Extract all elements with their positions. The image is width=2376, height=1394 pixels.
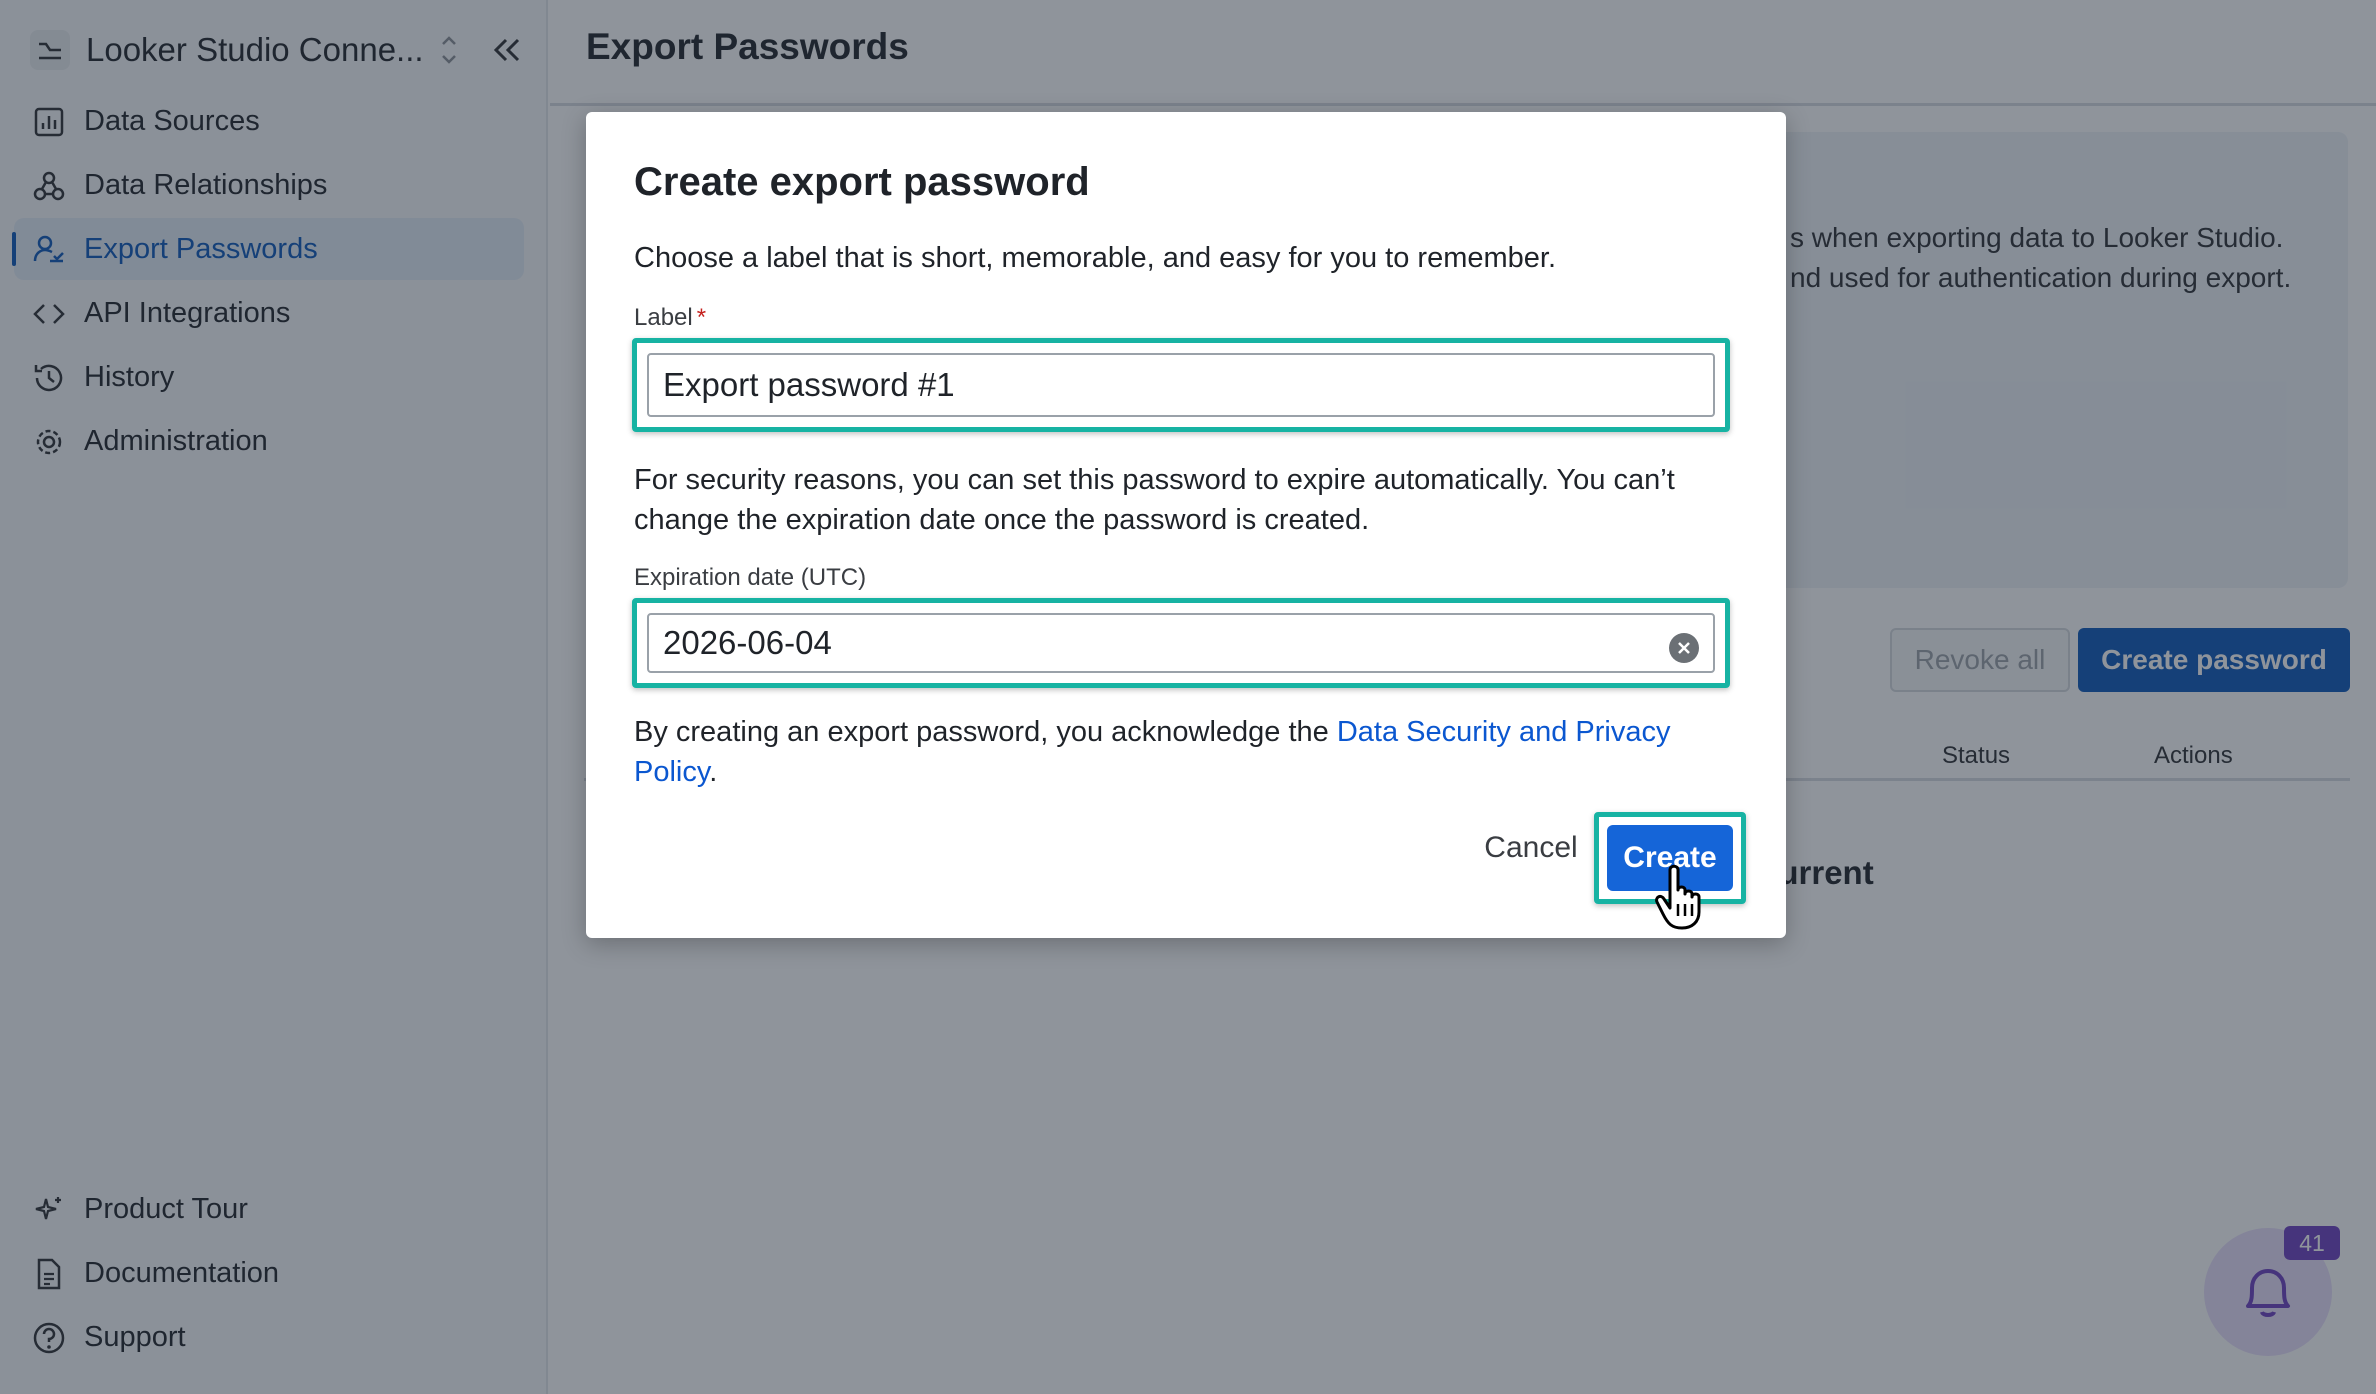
ack-text-suffix: .	[709, 756, 718, 788]
dialog-intro-text: Choose a label that is short, memorable,…	[634, 242, 1557, 274]
required-marker: *	[696, 304, 707, 331]
expiry-text-line-1: For security reasons, you can set this p…	[634, 464, 1675, 496]
create-export-password-dialog: Create export password Choose a label th…	[586, 112, 1786, 938]
label-input[interactable]	[663, 355, 1657, 415]
clear-date-button[interactable]	[1669, 633, 1699, 663]
privacy-policy-link-continued[interactable]: Policy	[634, 756, 709, 788]
close-icon	[1678, 642, 1690, 654]
date-field-highlight	[632, 598, 1730, 688]
acknowledgement-text: By creating an export password, you ackn…	[634, 712, 1671, 752]
hand-cursor-icon	[1655, 864, 1701, 930]
dialog-title: Create export password	[634, 160, 1090, 204]
label-field	[647, 353, 1715, 417]
expiration-date-input[interactable]	[663, 615, 1657, 671]
label-field-label-text: Label	[634, 304, 693, 331]
privacy-policy-link[interactable]: Data Security and Privacy	[1337, 716, 1671, 748]
cancel-button[interactable]: Cancel	[1456, 816, 1606, 880]
ack-text-prefix: By creating an export password, you ackn…	[634, 716, 1337, 748]
label-field-highlight	[632, 338, 1730, 432]
label-field-label: Label *	[634, 304, 706, 332]
date-field-label: Expiration date (UTC)	[634, 564, 867, 591]
expiry-text-line-2: change the expiration date once the pass…	[634, 504, 1370, 536]
acknowledgement-text-line-2: Policy.	[634, 752, 717, 792]
date-field	[647, 613, 1715, 673]
